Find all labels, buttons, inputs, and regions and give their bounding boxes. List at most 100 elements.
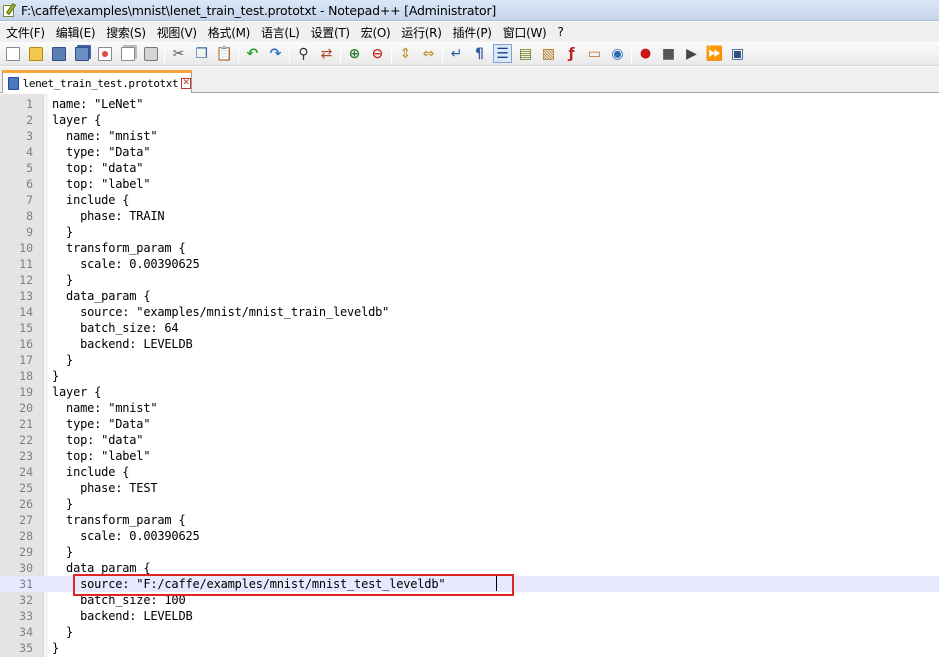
menu-edit[interactable]: 编辑(E) (52, 24, 99, 41)
code-line[interactable]: 10 transform_param { (0, 240, 939, 256)
undo-button[interactable]: ↶ (243, 44, 262, 63)
save-all-button[interactable] (72, 44, 91, 63)
record-macro-button[interactable]: ● (636, 44, 655, 63)
user-language-button[interactable]: ▤ (516, 44, 535, 63)
menu-file[interactable]: 文件(F) (2, 24, 49, 41)
line-number: 5 (26, 161, 33, 175)
code-line[interactable]: 11 scale: 0.00390625 (0, 256, 939, 272)
code-line[interactable]: 16 backend: LEVELDB (0, 336, 939, 352)
code-line[interactable]: 28 scale: 0.00390625 (0, 528, 939, 544)
function-list-button[interactable]: ƒ (562, 44, 581, 63)
menu-language[interactable]: 语言(L) (257, 24, 304, 41)
code-line[interactable]: 21 type: "Data" (0, 416, 939, 432)
code-line[interactable]: 26 } (0, 496, 939, 512)
code-line[interactable]: 18} (0, 368, 939, 384)
code-line[interactable]: 34 } (0, 624, 939, 640)
line-text: } (52, 369, 60, 383)
open-file-button[interactable] (26, 44, 45, 63)
toolbar-separator (238, 44, 239, 63)
monitoring-eye-icon: ◉ (611, 45, 624, 62)
line-number: 8 (26, 209, 33, 223)
code-line[interactable]: 13 data_param { (0, 288, 939, 304)
line-number: 32 (19, 593, 33, 607)
tab-lenet-train-test[interactable]: lenet_train_test.prototxt ✕ (2, 70, 192, 93)
line-text: } (52, 353, 74, 367)
code-line[interactable]: 4 type: "Data" (0, 144, 939, 160)
code-line[interactable]: 17 } (0, 352, 939, 368)
document-map-button[interactable]: ▧ (539, 44, 558, 63)
close-button[interactable] (95, 44, 114, 63)
code-line[interactable]: 14 source: "examples/mnist/mnist_train_l… (0, 304, 939, 320)
paste-button[interactable]: 📋 (215, 44, 234, 63)
title-bar: F:\caffe\examples\mnist\lenet_train_test… (0, 0, 939, 21)
sync-horizontal-scroll-button[interactable]: ⇔ (419, 44, 438, 63)
replace-button[interactable]: ⇄ (317, 44, 336, 63)
new-file-button[interactable] (3, 44, 22, 63)
code-line[interactable]: 35} (0, 640, 939, 656)
menu-run[interactable]: 运行(R) (397, 24, 445, 41)
menu-search[interactable]: 搜索(S) (102, 24, 149, 41)
line-text: } (52, 625, 74, 639)
stop-macro-icon: ■ (661, 45, 676, 62)
code-line[interactable]: 19 layer { (0, 384, 939, 400)
code-line[interactable]: 24 include { (0, 464, 939, 480)
line-number: 11 (19, 257, 33, 271)
code-line[interactable]: 5 top: "data" (0, 160, 939, 176)
menu-macro[interactable]: 宏(O) (357, 24, 395, 41)
sync-scroll-icon: ⇔ (422, 45, 435, 62)
folder-workspace-button[interactable]: ▭ (585, 44, 604, 63)
redo-button[interactable]: ↷ (266, 44, 285, 63)
code-line[interactable]: 20 name: "mnist" (0, 400, 939, 416)
code-line[interactable]: 12 } (0, 272, 939, 288)
editor-area[interactable]: 1 name: "LeNet" 2 layer {3 name: "mnist" 4 t… (0, 94, 939, 657)
code-line[interactable]: 29 } (0, 544, 939, 560)
word-wrap-button[interactable]: ↵ (447, 44, 466, 63)
copy-button[interactable]: ❐ (192, 44, 211, 63)
code-line[interactable]: 7 include { (0, 192, 939, 208)
play-macro-button[interactable]: ▶ (682, 44, 701, 63)
save-macro-button[interactable]: ▣ (728, 44, 747, 63)
sync-vertical-scroll-button[interactable]: ⇕ (396, 44, 415, 63)
function-list-icon: ƒ (568, 45, 575, 62)
tab-close-icon[interactable]: ✕ (181, 77, 191, 89)
indent-guide-button[interactable]: ☰ (493, 44, 512, 63)
menu-settings[interactable]: 设置(T) (307, 24, 354, 41)
code-line[interactable]: 3 name: "mnist" (0, 128, 939, 144)
code-line[interactable]: 8 phase: TRAIN (0, 208, 939, 224)
find-button[interactable]: ⚲ (294, 44, 313, 63)
menu-format[interactable]: 格式(M) (204, 24, 254, 41)
menu-window[interactable]: 窗口(W) (499, 24, 551, 41)
code-line[interactable]: 30 data_param { (0, 560, 939, 576)
zoom-in-button[interactable]: ⊕ (345, 44, 364, 63)
zoom-in-icon: ⊕ (348, 45, 361, 62)
show-all-chars-button[interactable]: ¶ (470, 44, 489, 63)
code-line[interactable]: 23 top: "label" (0, 448, 939, 464)
monitoring-button[interactable]: ◉ (608, 44, 627, 63)
stop-macro-button[interactable]: ■ (659, 44, 678, 63)
menu-plugins[interactable]: 插件(P) (449, 24, 496, 41)
toolbar: ✂ ❐ 📋 ↶ ↷ ⚲ ⇄ ⊕ ⊖ ⇕ ⇔ ↵ ¶ ☰ ▤ ▧ ƒ ▭ ◉ ● … (0, 42, 939, 66)
code-line[interactable]: 31 source: "F:/caffe/examples/mnist/mnis… (0, 576, 939, 592)
line-number: 21 (19, 417, 33, 431)
zoom-out-button[interactable]: ⊖ (368, 44, 387, 63)
code-line[interactable]: 6 top: "label" (0, 176, 939, 192)
cut-button[interactable]: ✂ (169, 44, 188, 63)
code-line[interactable]: 15 batch_size: 64 (0, 320, 939, 336)
code-line[interactable]: 33 backend: LEVELDB (0, 608, 939, 624)
code-line[interactable]: 22 top: "data" (0, 432, 939, 448)
code-line[interactable]: 2 layer { (0, 112, 939, 128)
menu-help[interactable]: ? (553, 25, 567, 39)
menu-view[interactable]: 视图(V) (153, 24, 201, 41)
close-all-button[interactable] (118, 44, 137, 63)
code-line[interactable]: 27 transform_param { (0, 512, 939, 528)
play-macro-multiple-button[interactable]: ⏩ (705, 44, 724, 63)
line-number: 3 (26, 129, 33, 143)
toolbar-separator (289, 44, 290, 63)
save-button[interactable] (49, 44, 68, 63)
code-line[interactable]: 1 name: "LeNet" (0, 96, 939, 112)
code-line[interactable]: 32 batch_size: 100 (0, 592, 939, 608)
print-button[interactable] (141, 44, 160, 63)
line-text: top: "label" (52, 177, 151, 191)
code-line[interactable]: 25 phase: TEST (0, 480, 939, 496)
code-line[interactable]: 9 } (0, 224, 939, 240)
